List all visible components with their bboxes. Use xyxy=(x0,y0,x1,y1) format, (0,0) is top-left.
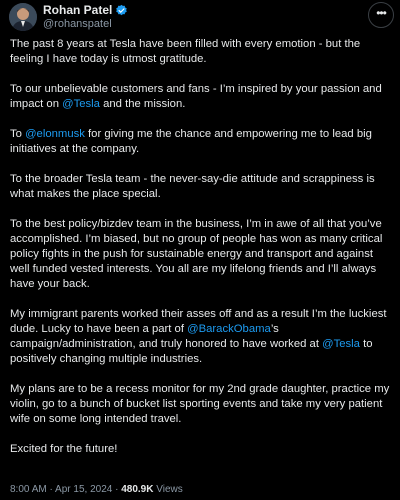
meta-separator: · xyxy=(46,484,56,495)
tweet-paragraph: The past 8 years at Tesla have been fill… xyxy=(10,37,394,67)
more-options-button[interactable]: ••• xyxy=(368,2,394,28)
avatar[interactable] xyxy=(9,3,37,31)
tweet-paragraph: To @elonmusk for giving me the chance an… xyxy=(10,127,394,157)
tweet-date[interactable]: Apr 15, 2024 xyxy=(55,484,112,495)
tweet-meta: 8:00 AM · Apr 15, 2024 · 480.9K Views xyxy=(10,483,183,496)
tweet-time[interactable]: 8:00 AM xyxy=(10,484,47,495)
paragraph-text: To the best policy/bizdev team in the bu… xyxy=(10,218,383,290)
paragraph-text: and the mission. xyxy=(99,98,186,110)
paragraph-text: The past 8 years at Tesla have been fill… xyxy=(10,38,361,65)
meta-separator-2: · xyxy=(112,484,122,495)
tweet-paragraph: To the best policy/bizdev team in the bu… xyxy=(10,217,394,292)
mention-link[interactable]: @Tesla xyxy=(62,98,100,110)
tweet-paragraph: My immigrant parents worked their asses … xyxy=(10,307,394,367)
tweet-header: Rohan Patel @rohanspatel ••• xyxy=(0,0,400,34)
name-row: Rohan Patel xyxy=(43,3,128,17)
views-label: Views xyxy=(153,484,183,495)
mention-link[interactable]: @BarackObama xyxy=(187,323,271,335)
mention-link[interactable]: @Tesla xyxy=(322,338,360,350)
tweet-text: The past 8 years at Tesla have been fill… xyxy=(10,37,394,472)
views-count: 480.9K xyxy=(121,484,154,495)
handle[interactable]: @rohanspatel xyxy=(43,18,112,31)
verified-badge-icon xyxy=(116,4,128,15)
tweet-paragraph: To our unbelievable customers and fans -… xyxy=(10,82,394,112)
paragraph-text: To xyxy=(10,128,26,140)
tweet-paragraph: Excited for the future! xyxy=(10,442,394,457)
tweet-paragraph: My plans are to be a recess monitor for … xyxy=(10,382,394,427)
paragraph-text: To the broader Tesla team - the never-sa… xyxy=(10,173,375,200)
paragraph-text: My plans are to be a recess monitor for … xyxy=(10,383,390,425)
mention-link[interactable]: @elonmusk xyxy=(25,128,85,140)
more-options-icon: ••• xyxy=(376,6,387,20)
paragraph-text: Excited for the future! xyxy=(10,443,118,455)
tweet-paragraph: To the broader Tesla team - the never-sa… xyxy=(10,172,394,202)
display-name[interactable]: Rohan Patel xyxy=(43,3,112,17)
